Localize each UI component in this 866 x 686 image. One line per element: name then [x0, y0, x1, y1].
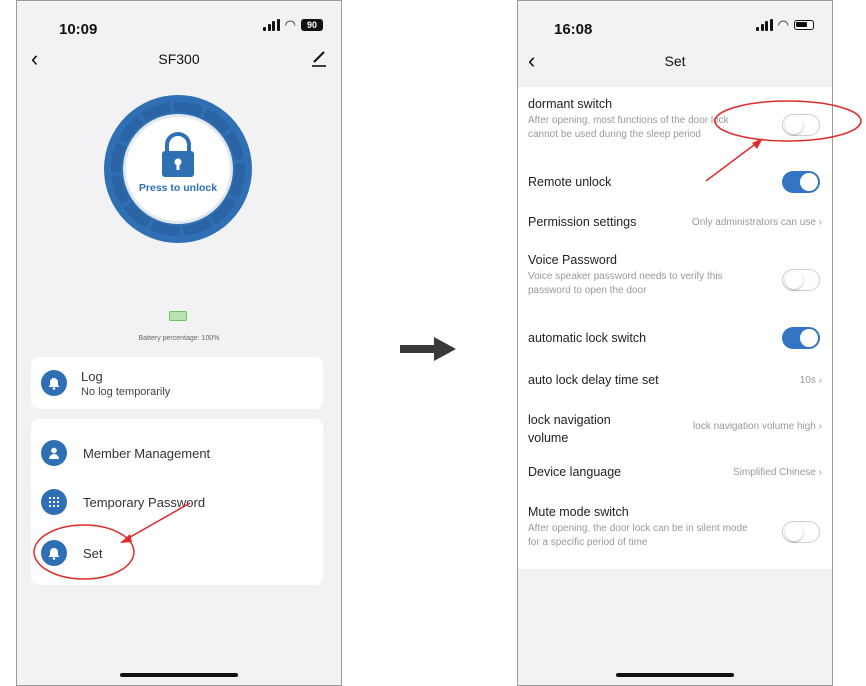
chevron-right-icon: › [818, 217, 822, 228]
status-time: 16:08 [554, 21, 593, 38]
person-icon [41, 440, 67, 466]
status-icons: ◠ 90 [263, 17, 323, 32]
mute-mode-desc: After opening, the door lock can be in s… [528, 523, 748, 548]
unlock-button-label: Press to unlock [138, 182, 218, 194]
battery-icon: 90 [301, 19, 323, 31]
remote-unlock-title: Remote unlock [528, 175, 612, 189]
auto-lock-delay-title: auto lock delay time set [528, 373, 659, 387]
unlock-ring-graphic [104, 95, 252, 243]
log-text: Log No log temporarily [81, 369, 170, 398]
auto-lock-delay-row[interactable]: auto lock delay time set 10s › [528, 373, 822, 387]
voice-password-desc: Voice speaker password needs to verify t… [528, 271, 723, 296]
bell-icon [41, 370, 67, 396]
edit-icon[interactable] [311, 49, 327, 67]
dormant-switch-toggle[interactable] [782, 114, 820, 136]
voice-password-toggle[interactable] [782, 269, 820, 291]
wifi-icon: ◠ [777, 17, 789, 32]
log-item[interactable]: Log No log temporarily [39, 363, 315, 403]
remote-unlock-toggle[interactable] [782, 171, 820, 193]
permission-settings-value: Only administrators can use › [691, 217, 822, 228]
chevron-right-icon: › [818, 467, 822, 478]
dormant-switch-desc: After opening, most functions of the doo… [528, 115, 729, 140]
menu-card: Member Management Temporary Password Set [31, 419, 323, 585]
keypad-icon [41, 489, 67, 515]
home-indicator[interactable] [616, 673, 734, 677]
chevron-right-icon: › [818, 421, 822, 432]
home-indicator[interactable] [120, 673, 238, 677]
set-item[interactable]: Set [39, 533, 315, 573]
log-subtitle: No log temporarily [81, 385, 171, 398]
automatic-lock-toggle[interactable] [782, 327, 820, 349]
status-icons: ◠ [756, 17, 814, 32]
temporary-password-label: Temporary Password [83, 494, 206, 510]
unlock-button[interactable]: Press to unlock [103, 94, 253, 244]
log-card[interactable]: Log No log temporarily [31, 357, 323, 409]
automatic-lock-row: automatic lock switch [528, 327, 822, 349]
battery-icon [794, 20, 814, 30]
dormant-switch-title: dormant switch [528, 97, 613, 111]
bell-icon [41, 540, 67, 566]
voice-password-title: Voice Password [528, 253, 617, 267]
mute-mode-row: Mute mode switch After opening, the door… [528, 505, 822, 550]
set-label: Set [83, 545, 103, 561]
dormant-switch-row: dormant switch After opening, most funct… [528, 97, 822, 142]
wifi-icon: ◠ [284, 17, 296, 32]
left-phone-screen: 10:09 ◠ 90 ‹ SF300 Press to unlock Batte… [16, 0, 342, 686]
battery-percentage-text: Battery percentage: 100% [138, 335, 220, 342]
permission-settings-row[interactable]: Permission settings Only administrators … [528, 215, 822, 229]
temporary-password-item[interactable]: Temporary Password [39, 482, 315, 522]
transition-arrow-icon [400, 337, 456, 361]
signal-icon [756, 19, 773, 31]
member-management-label: Member Management [83, 445, 211, 461]
member-management-item[interactable]: Member Management [39, 433, 315, 473]
lock-navigation-volume-value: lock navigation volume high › [693, 421, 822, 432]
right-phone-screen: 16:08 ◠ ‹ Set dormant switch After openi… [517, 0, 833, 686]
page-title: Set [664, 53, 686, 69]
log-title: Log [81, 368, 103, 384]
nav-bar: ‹ Set [518, 45, 832, 81]
nav-bar: ‹ SF300 [17, 43, 341, 79]
status-time: 10:09 [59, 21, 98, 38]
device-language-value: Simplified Chinese › [733, 467, 822, 478]
device-language-row[interactable]: Device language Simplified Chinese › [528, 465, 822, 479]
page-title: SF300 [158, 51, 200, 67]
remote-unlock-row: Remote unlock [528, 171, 822, 193]
automatic-lock-title: automatic lock switch [528, 331, 647, 345]
settings-list: dormant switch After opening, most funct… [518, 87, 832, 569]
lock-navigation-volume-row[interactable]: lock navigation volume lock navigation v… [528, 411, 822, 447]
auto-lock-delay-value: 10s › [799, 375, 822, 386]
signal-icon [263, 19, 280, 31]
lock-navigation-volume-title: lock navigation volume [528, 413, 611, 445]
chevron-right-icon: › [818, 375, 822, 386]
mute-mode-toggle[interactable] [782, 521, 820, 543]
mute-mode-title: Mute mode switch [528, 505, 629, 519]
battery-level-icon [169, 311, 187, 321]
voice-password-row: Voice Password Voice speaker password ne… [528, 253, 822, 298]
